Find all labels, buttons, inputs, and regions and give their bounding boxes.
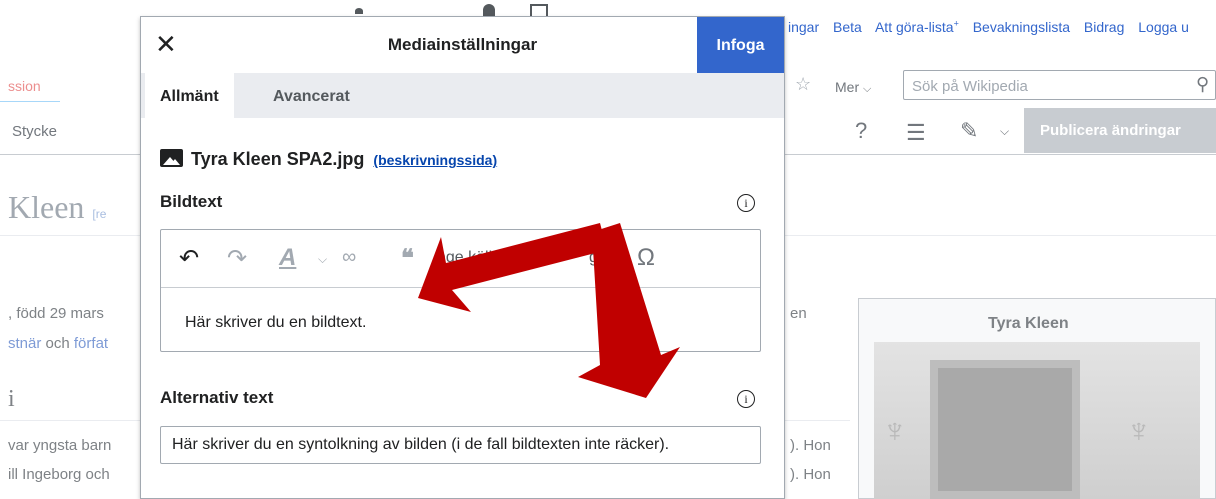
body-right-4: ). Hon xyxy=(790,466,831,483)
body-line-1: , född 29 mars xyxy=(8,305,104,322)
caption-text[interactable]: Här skriver du en bildtext. xyxy=(185,314,366,332)
personal-link-beta[interactable]: Beta xyxy=(833,19,862,35)
body-link-2[interactable]: förfat xyxy=(74,335,108,352)
cite-label-tail: g xyxy=(589,249,598,266)
chevron-down-icon: ⌵ xyxy=(863,83,872,95)
todo-plus: + xyxy=(953,18,959,28)
help-icon[interactable]: ? xyxy=(855,118,867,144)
tab-advanced[interactable]: Avancerat xyxy=(273,73,350,118)
link-icon[interactable]: ∞ xyxy=(342,246,356,269)
cite-label[interactable]: nge källa xyxy=(437,249,501,267)
description-page-link[interactable]: (beskrivningssida) xyxy=(373,152,497,168)
body-right-3: ). Hon xyxy=(790,437,831,454)
body-line-2: stnär och förfat xyxy=(8,335,108,352)
tab-underline xyxy=(0,101,60,102)
dialog-title: Mediainställningar xyxy=(387,35,538,54)
page-options-icon[interactable]: ☰ xyxy=(906,120,926,146)
personal-link-watchlist[interactable]: Bevakningslista xyxy=(973,19,1070,35)
painting-frame xyxy=(930,360,1080,499)
caption-editor: ↶ ↷ A ⌵ ∞ ❝ nge källa g Ω Här skriver du… xyxy=(160,229,761,352)
more-label: Mer xyxy=(835,79,860,95)
special-character-icon[interactable]: Ω xyxy=(637,244,655,272)
personal-link-todo[interactable]: Att göra-lista+ xyxy=(874,18,959,35)
body-right-1: en xyxy=(790,305,807,322)
file-name: Tyra Kleen SPA2.jpg xyxy=(191,149,365,169)
more-menu[interactable]: Mer ⌵ xyxy=(835,79,871,96)
personal-link-contributions[interactable]: Bidrag xyxy=(1084,19,1124,35)
caption-info-icon[interactable]: i xyxy=(737,194,755,212)
personal-link-preferences[interactable]: ingar xyxy=(788,19,819,35)
caption-editor-toolbar: ↶ ↷ A ⌵ ∞ ❝ nge källa g Ω xyxy=(161,230,760,288)
page-heading: Kleen [re xyxy=(8,189,106,226)
search-icon[interactable]: ⚲ xyxy=(1196,74,1209,95)
redo-icon[interactable]: ↷ xyxy=(227,244,247,273)
wall-lamp-left: ♆ xyxy=(882,412,908,450)
dialog-header: Mediainställningar ✕ Infoga xyxy=(141,17,784,73)
edit-mode-pencil-icon[interactable]: ✎ xyxy=(960,118,978,144)
watch-star-icon[interactable]: ☆ xyxy=(795,74,811,95)
wall-lamp-right: ♆ xyxy=(1126,412,1152,450)
paragraph-format-dropdown[interactable]: Stycke xyxy=(12,123,57,140)
body-line-3: var yngsta barn xyxy=(8,437,112,454)
dialog-tabs: Allmänt Avancerat xyxy=(141,73,784,118)
quote-icon[interactable]: ❝ xyxy=(401,244,414,273)
infobox-title: Tyra Kleen xyxy=(988,315,1069,332)
search-placeholder: Sök på Wikipedia xyxy=(912,78,1028,95)
image-icon xyxy=(160,149,183,167)
tab-discussion[interactable]: ssion xyxy=(8,78,41,94)
section-heading: i xyxy=(8,386,15,412)
body-line-4: ill Ingeborg och xyxy=(8,466,110,483)
publish-button[interactable]: Publicera ändringar xyxy=(1024,108,1216,153)
chevron-down-icon[interactable]: ⌵ xyxy=(1000,124,1009,139)
top-stub-icons xyxy=(355,0,555,16)
heading-text: Kleen xyxy=(8,189,85,225)
close-icon[interactable]: ✕ xyxy=(155,31,177,57)
body-link-1[interactable]: stnär xyxy=(8,335,41,352)
body-and-text: och xyxy=(45,335,70,352)
file-info: Tyra Kleen SPA2.jpg (beskrivningssida) xyxy=(160,149,497,170)
chevron-down-icon[interactable]: ⌵ xyxy=(318,252,327,267)
personal-link-logout[interactable]: Logga u xyxy=(1138,19,1189,35)
media-settings-dialog: Mediainställningar ✕ Infoga Allmänt Avan… xyxy=(140,16,785,499)
alt-text-input[interactable]: Här skriver du en syntolkning av bilden … xyxy=(160,426,761,464)
text-style-icon[interactable]: A xyxy=(279,244,296,272)
caption-label: Bildtext xyxy=(160,192,223,211)
tab-general[interactable]: Allmänt xyxy=(145,73,234,118)
todo-label: Att göra-lista xyxy=(874,18,954,35)
insert-button[interactable]: Infoga xyxy=(697,17,784,73)
alt-text-info-icon[interactable]: i xyxy=(737,390,755,408)
undo-icon[interactable]: ↶ xyxy=(179,244,199,273)
cite-label-text: nge källa xyxy=(437,249,502,266)
alt-text-label: Alternativ text xyxy=(160,388,274,407)
personal-toolbar: ingar Beta Att göra-lista+ Bevakningslis… xyxy=(788,18,1199,35)
heading-edit-link[interactable]: [re xyxy=(92,207,106,221)
